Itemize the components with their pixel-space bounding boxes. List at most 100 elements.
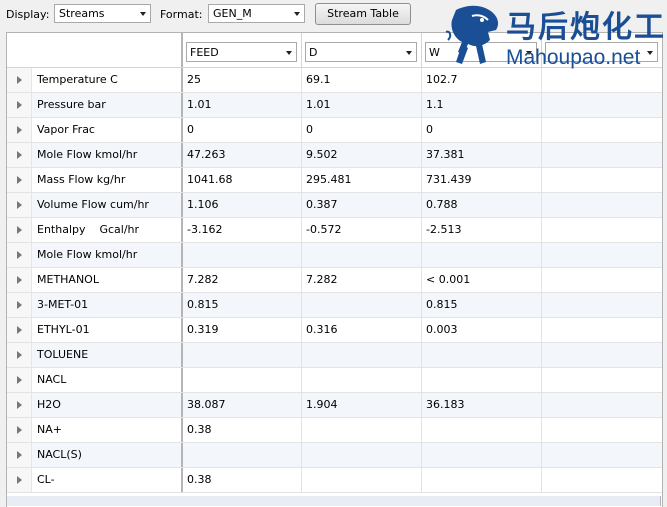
table-cell[interactable] (542, 468, 662, 492)
table-cell[interactable] (302, 368, 422, 392)
table-row[interactable]: Volume Flow cum/hr 1.106 0.387 0.788 (7, 193, 662, 218)
table-cell[interactable] (302, 243, 422, 267)
table-cell[interactable] (542, 193, 662, 217)
table-row[interactable]: Mole Flow kmol/hr (7, 243, 662, 268)
table-cell[interactable] (302, 468, 422, 492)
table-cell[interactable]: -3.162 (183, 218, 302, 242)
table-cell[interactable] (542, 393, 662, 417)
table-row[interactable]: TOLUENE (7, 343, 662, 368)
table-cell[interactable]: 0.815 (183, 293, 302, 317)
row-expand-handle[interactable] (7, 443, 32, 467)
table-row[interactable]: 3-MET-01 0.815 0.815 (7, 293, 662, 318)
table-row[interactable]: NACL(S) (7, 443, 662, 468)
table-row[interactable]: ETHYL-01 0.319 0.316 0.003 (7, 318, 662, 343)
table-cell[interactable]: 1041.68 (183, 168, 302, 192)
row-expand-handle[interactable] (7, 318, 32, 342)
row-expand-handle[interactable] (7, 268, 32, 292)
row-expand-handle[interactable] (7, 68, 32, 92)
table-cell[interactable] (542, 268, 662, 292)
table-cell[interactable]: 0.38 (183, 468, 302, 492)
table-cell[interactable]: -0.572 (302, 218, 422, 242)
table-cell[interactable]: 0.387 (302, 193, 422, 217)
table-cell[interactable]: 0.319 (183, 318, 302, 342)
table-cell[interactable]: 1.01 (302, 93, 422, 117)
stream-table-button[interactable]: Stream Table (315, 3, 411, 25)
row-expand-handle[interactable] (7, 193, 32, 217)
table-cell[interactable]: -2.513 (422, 218, 542, 242)
row-expand-handle[interactable] (7, 368, 32, 392)
stream-select-1[interactable]: FEED (186, 42, 297, 62)
table-cell[interactable] (542, 418, 662, 442)
table-cell[interactable] (422, 443, 542, 467)
table-cell[interactable] (542, 218, 662, 242)
table-cell[interactable]: 36.183 (422, 393, 542, 417)
table-cell[interactable] (183, 243, 302, 267)
table-cell[interactable] (422, 368, 542, 392)
row-expand-handle[interactable] (7, 118, 32, 142)
row-expand-handle[interactable] (7, 218, 32, 242)
table-cell[interactable]: 0.788 (422, 193, 542, 217)
table-cell[interactable]: 37.381 (422, 143, 542, 167)
table-cell[interactable] (422, 418, 542, 442)
table-cell[interactable]: 38.087 (183, 393, 302, 417)
table-row[interactable]: CL- 0.38 (7, 468, 662, 493)
table-cell[interactable] (183, 368, 302, 392)
table-cell[interactable] (302, 293, 422, 317)
table-cell[interactable]: 47.263 (183, 143, 302, 167)
table-row[interactable]: NACL (7, 368, 662, 393)
table-cell[interactable] (542, 243, 662, 267)
table-cell[interactable]: 0.316 (302, 318, 422, 342)
table-cell[interactable]: 7.282 (302, 268, 422, 292)
row-expand-handle[interactable] (7, 393, 32, 417)
table-cell[interactable] (542, 118, 662, 142)
row-expand-handle[interactable] (7, 93, 32, 117)
table-cell[interactable] (422, 343, 542, 367)
table-cell[interactable]: 1.01 (183, 93, 302, 117)
row-expand-handle[interactable] (7, 418, 32, 442)
table-cell[interactable]: 0 (183, 118, 302, 142)
table-cell[interactable]: 25 (183, 68, 302, 92)
table-cell[interactable] (183, 343, 302, 367)
table-cell[interactable]: 7.282 (183, 268, 302, 292)
row-expand-handle[interactable] (7, 293, 32, 317)
table-cell[interactable]: < 0.001 (422, 268, 542, 292)
table-cell[interactable] (183, 443, 302, 467)
table-cell[interactable] (542, 93, 662, 117)
table-row[interactable]: Mole Flow kmol/hr 47.263 9.502 37.381 (7, 143, 662, 168)
table-cell[interactable]: 1.904 (302, 393, 422, 417)
table-row[interactable]: Pressure bar 1.01 1.01 1.1 (7, 93, 662, 118)
table-cell[interactable] (542, 443, 662, 467)
row-expand-handle[interactable] (7, 243, 32, 267)
table-cell[interactable]: 295.481 (302, 168, 422, 192)
row-expand-handle[interactable] (7, 143, 32, 167)
table-cell[interactable] (302, 418, 422, 442)
table-cell[interactable] (302, 343, 422, 367)
row-expand-handle[interactable] (7, 343, 32, 367)
row-expand-handle[interactable] (7, 468, 32, 492)
table-cell[interactable]: 731.439 (422, 168, 542, 192)
table-row[interactable]: Vapor Frac 0 0 0 (7, 118, 662, 143)
table-row[interactable]: Enthalpy Gcal/hr -3.162 -0.572 -2.513 (7, 218, 662, 243)
table-cell[interactable]: 0 (302, 118, 422, 142)
table-cell[interactable] (422, 243, 542, 267)
table-row[interactable]: METHANOL 7.282 7.282 < 0.001 (7, 268, 662, 293)
table-row[interactable]: Mass Flow kg/hr 1041.68 295.481 731.439 (7, 168, 662, 193)
table-cell[interactable]: 0 (422, 118, 542, 142)
table-cell[interactable]: 69.1 (302, 68, 422, 92)
table-cell[interactable]: 9.502 (302, 143, 422, 167)
table-cell[interactable] (542, 168, 662, 192)
table-cell[interactable] (542, 368, 662, 392)
table-cell[interactable]: 0.003 (422, 318, 542, 342)
table-cell[interactable]: 1.106 (183, 193, 302, 217)
stream-select-2[interactable]: D (305, 42, 417, 62)
table-cell[interactable]: 1.1 (422, 93, 542, 117)
table-cell[interactable] (542, 343, 662, 367)
table-cell[interactable] (542, 143, 662, 167)
row-expand-handle[interactable] (7, 168, 32, 192)
table-row[interactable]: NA+ 0.38 (7, 418, 662, 443)
table-cell[interactable]: 0.38 (183, 418, 302, 442)
table-cell[interactable] (302, 443, 422, 467)
table-row[interactable]: H2O 38.087 1.904 36.183 (7, 393, 662, 418)
format-select[interactable]: GEN_M (208, 4, 305, 23)
table-cell[interactable]: 0.815 (422, 293, 542, 317)
